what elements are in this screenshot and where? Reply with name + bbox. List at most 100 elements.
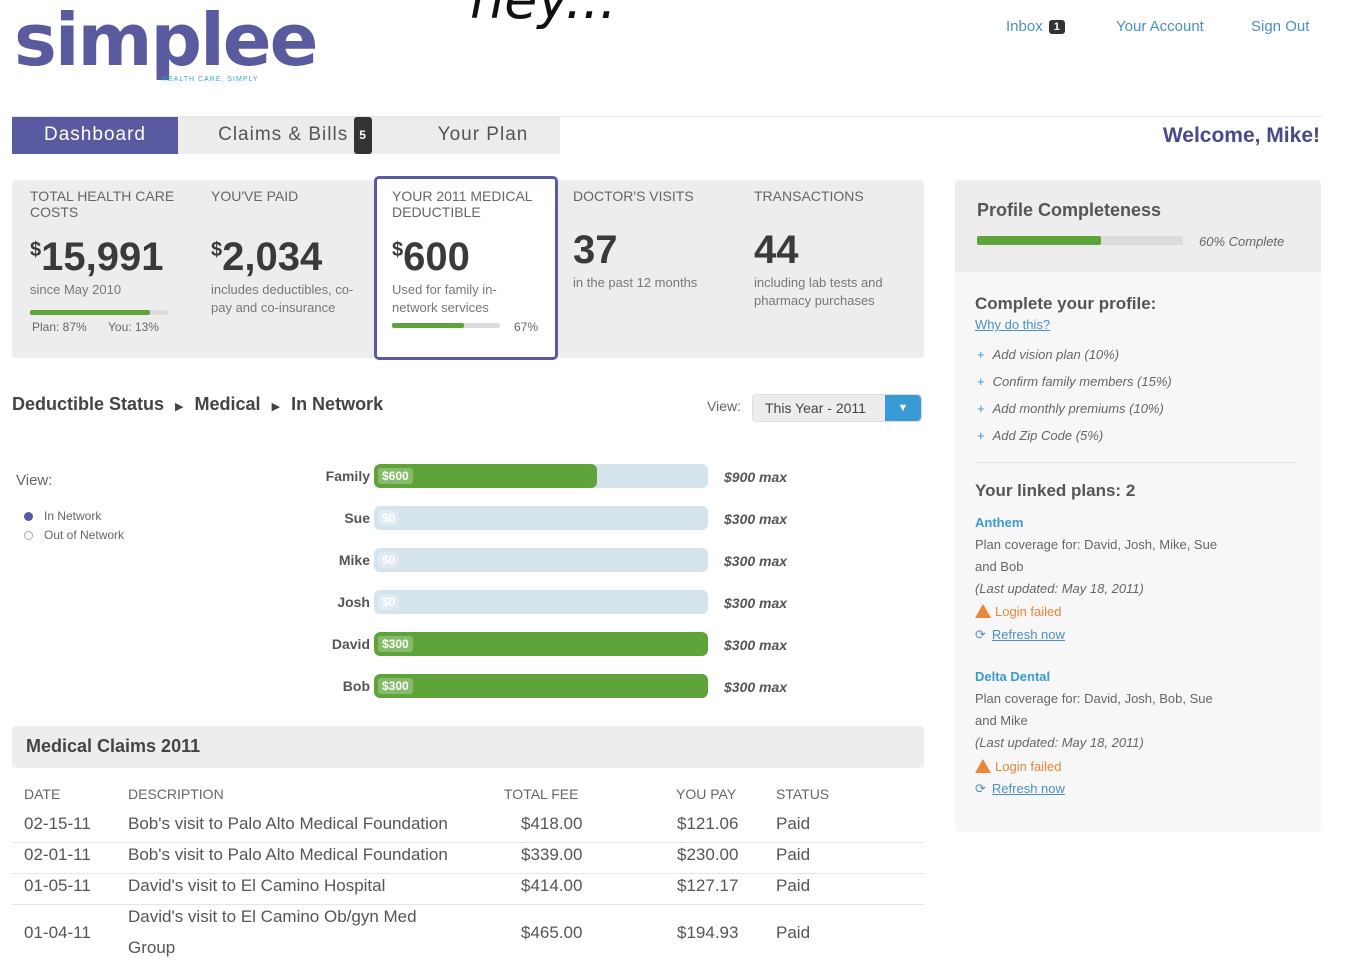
plan-coverage: Plan coverage for: David, Josh, Bob, Sue… — [975, 691, 1213, 750]
stat-desc: including lab tests and pharmacy purchas… — [754, 275, 883, 308]
sign-out-link[interactable]: Sign Out — [1251, 18, 1309, 35]
bar-member-name: Bob — [342, 678, 370, 694]
breadcrumb-separator-icon: ▶ — [175, 401, 184, 413]
plus-icon: + — [977, 347, 985, 362]
col-description[interactable]: DESCRIPTION — [128, 786, 224, 802]
deductible-bar-row: Family $600 $900 max — [300, 464, 820, 490]
profile-completeness-box — [955, 180, 1321, 272]
claim-date: 01-05-11 — [24, 876, 91, 895]
claim-status: Paid — [776, 923, 811, 942]
stat-deductible: YOUR 2011 MEDICAL DEDUCTIBLE $600 Used f… — [392, 188, 562, 317]
profile-task[interactable]: + Add Zip Code (5%) — [977, 428, 1103, 443]
deductible-bar-track: $0 — [374, 548, 708, 572]
row-divider — [12, 904, 924, 905]
radio-in-network[interactable]: In Network — [24, 509, 101, 523]
claim-desc[interactable]: Bob's visit to Palo Alto Medical Foundat… — [128, 845, 448, 865]
bar-amount-tag: $0 — [378, 552, 400, 568]
deductible-bar-track: $0 — [374, 506, 708, 530]
deductible-bar-row: Mike $0 $300 max — [300, 548, 820, 574]
refresh-now-link[interactable]: ⟳ Refresh now — [975, 781, 1065, 797]
claim-desc[interactable]: Bob's visit to Palo Alto Medical Foundat… — [128, 814, 448, 834]
col-total-fee[interactable]: TOTAL FEE — [504, 786, 578, 802]
plan-share: Plan: 87% — [32, 320, 87, 334]
profile-complete-text: 60% Complete — [1199, 234, 1285, 249]
claims-count-badge: 5 — [354, 117, 372, 154]
claim-desc[interactable]: David's visit to El Camino Ob/gyn Med — [128, 907, 417, 927]
profile-task[interactable]: + Confirm family members (15%) — [977, 374, 1172, 389]
plan-anthem-link[interactable]: Anthem — [975, 515, 1023, 530]
chevron-down-icon[interactable]: ▼ — [885, 395, 921, 421]
inbox-label: Inbox — [1006, 18, 1043, 35]
profile-progress-bar — [977, 236, 1183, 245]
plus-icon: + — [977, 428, 985, 443]
refresh-icon: ⟳ — [975, 781, 986, 796]
view-select[interactable]: This Year - 2011 ▼ — [752, 394, 922, 422]
tab-dashboard[interactable]: Dashboard — [12, 117, 178, 154]
tab-your-plan[interactable]: Your Plan — [410, 117, 556, 154]
row-divider — [12, 842, 924, 843]
claim-pay: $230.00 — [677, 845, 739, 864]
col-you-pay[interactable]: YOU PAY — [676, 786, 736, 802]
claim-fee: $414.00 — [521, 876, 583, 895]
breadcrumb-item[interactable]: Medical — [195, 394, 261, 414]
row-divider — [12, 873, 924, 874]
breadcrumb-separator-icon: ▶ — [271, 401, 281, 413]
claim-date: 01-04-11 — [24, 923, 91, 942]
refresh-now-link[interactable]: ⟳ Refresh now — [975, 627, 1065, 643]
view-select-value: This Year - 2011 — [765, 400, 866, 416]
profile-task[interactable]: + Add vision plan (10%) — [977, 347, 1119, 362]
radio-out-of-network[interactable]: Out of Network — [24, 528, 124, 542]
col-date[interactable]: DATE — [24, 786, 60, 802]
panel-divider — [975, 462, 1295, 463]
deductible-bar-row: Sue $0 $300 max — [300, 506, 820, 532]
stat-doctor-visits: DOCTOR'S VISITS 37 in the past 12 months — [573, 188, 743, 292]
logo[interactable]: simplee — [14, 0, 318, 82]
deductible-bar-track: $600 — [374, 464, 708, 488]
plus-icon: + — [977, 374, 985, 389]
claim-fee: $339.00 — [521, 845, 583, 864]
stat-desc: in the past 12 months — [573, 275, 698, 290]
deductible-bar-row: David $300 $300 max — [300, 632, 820, 658]
stat-total-costs: TOTAL HEALTH CARE COSTS $15,991 since Ma… — [30, 188, 200, 299]
breadcrumb-item[interactable]: Deductible Status — [12, 394, 164, 414]
profile-task[interactable]: + Add monthly premiums (10%) — [977, 401, 1164, 416]
stat-desc: since May 2010 — [30, 282, 122, 297]
bar-member-name: Family — [325, 468, 370, 484]
stat-value: 44 — [754, 228, 799, 272]
plus-icon: + — [977, 401, 985, 416]
deductible-bar-fill — [374, 674, 708, 698]
bar-max-label: $900 max — [724, 469, 788, 485]
col-status[interactable]: STATUS — [776, 786, 829, 802]
stat-desc: includes deductibles, co-pay and co-insu… — [211, 282, 354, 315]
bar-amount-tag: $300 — [378, 678, 413, 694]
plan-delta-dental-link[interactable]: Delta Dental — [975, 669, 1050, 684]
deductible-bar-track: $300 — [374, 674, 708, 698]
warning-icon — [975, 759, 991, 773]
claim-desc[interactable]: Group — [128, 938, 175, 958]
bar-amount-tag: $0 — [378, 510, 400, 526]
breadcrumb-item: In Network — [291, 394, 384, 414]
stat-value: 37 — [573, 228, 618, 272]
radio-unselected-icon — [24, 531, 33, 540]
stat-value: $2,034 — [211, 235, 323, 279]
claim-desc[interactable]: David's visit to El Camino Hospital — [128, 876, 385, 896]
claim-pay: $121.06 — [677, 814, 739, 833]
claim-status: Paid — [776, 876, 811, 895]
claim-status: Paid — [776, 814, 811, 833]
bar-member-name: Mike — [338, 552, 370, 568]
inbox-link[interactable]: Inbox 1 — [1006, 18, 1065, 35]
linked-plans-heading: Your linked plans: 2 — [975, 481, 1136, 500]
bar-amount-tag: $300 — [378, 636, 413, 652]
claim-fee: $418.00 — [521, 814, 583, 833]
deductible-bar-track: $0 — [374, 590, 708, 614]
stat-you-paid: YOU'VE PAID $2,034 includes deductibles,… — [211, 188, 381, 317]
deductible-bar-track: $300 — [374, 632, 708, 656]
claim-pay: $194.93 — [677, 923, 739, 942]
bar-amount-tag: $600 — [378, 468, 413, 484]
tab-claims-bills[interactable]: Claims & Bills 5 — [190, 117, 400, 154]
deductible-bar-row: Bob $300 $300 max — [300, 674, 820, 700]
why-link[interactable]: Why do this? — [975, 317, 1050, 332]
claim-date: 02-01-11 — [24, 845, 91, 864]
your-account-link[interactable]: Your Account — [1116, 18, 1204, 35]
stat-label: DOCTOR'S VISITS — [573, 188, 694, 204]
